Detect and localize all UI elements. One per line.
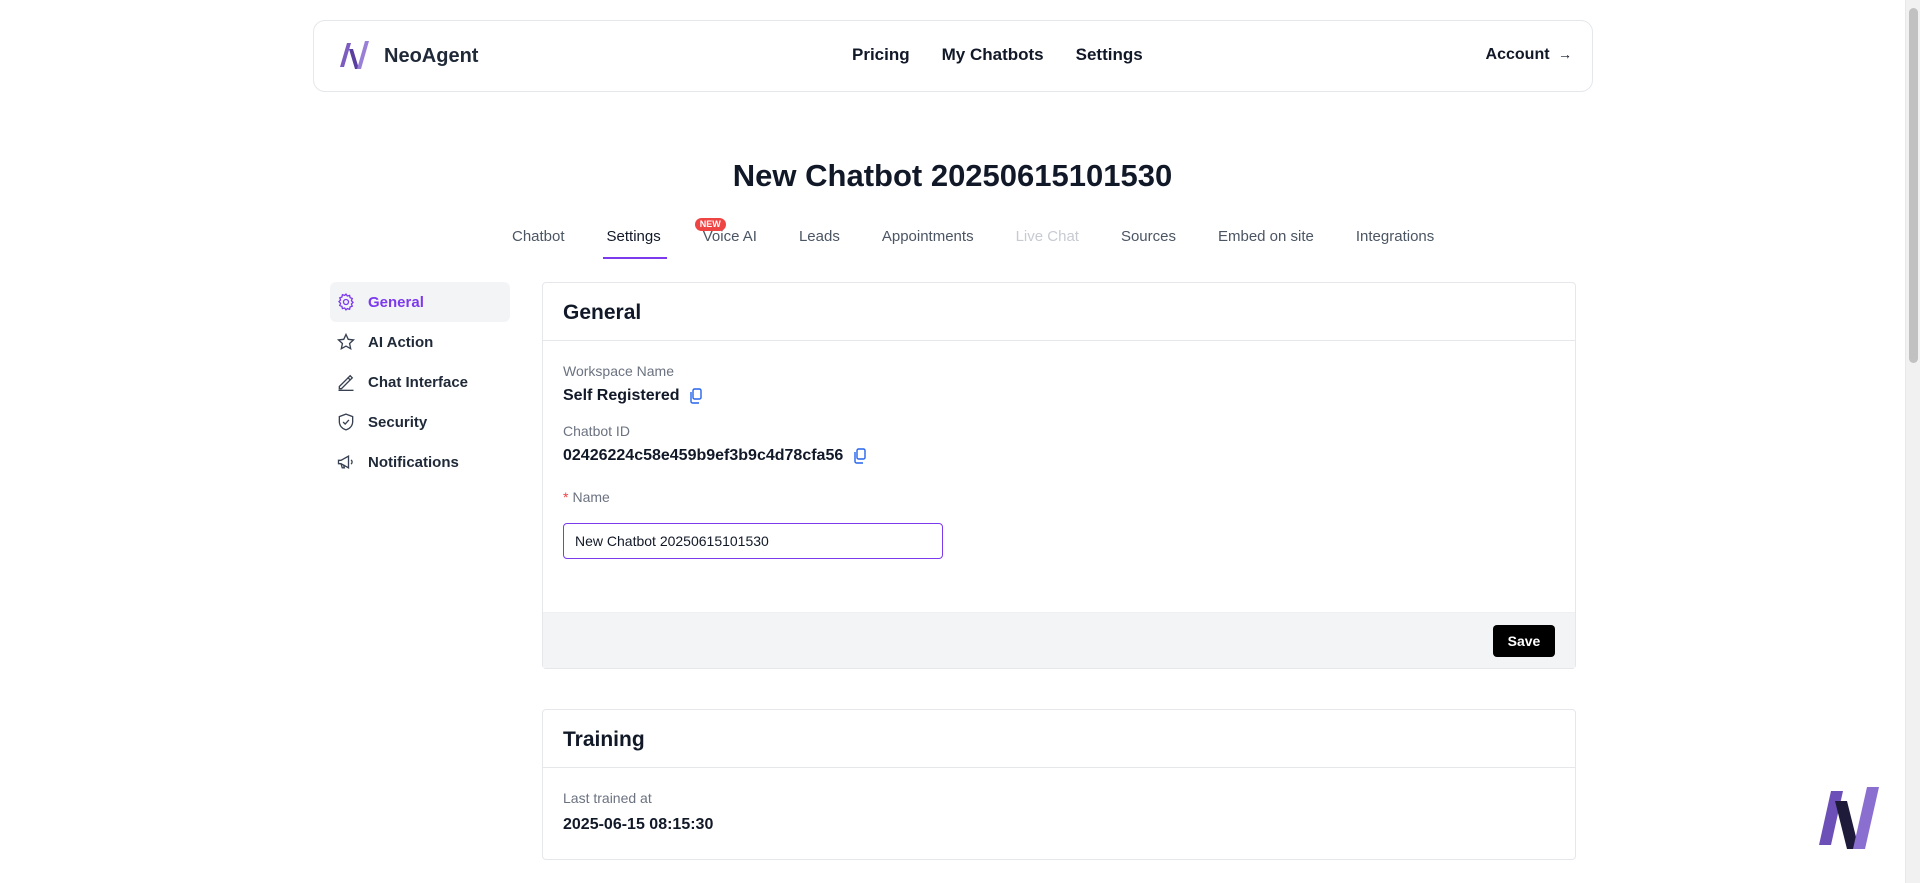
sidebar-item-general[interactable]: General — [330, 282, 510, 322]
general-title: General — [563, 301, 642, 324]
page-scrollbar[interactable] — [1905, 0, 1920, 883]
brand-name: NeoAgent — [384, 44, 479, 67]
top-navbar: NeoAgent Pricing My Chatbots Settings Ac… — [313, 20, 1593, 92]
chat-widget-button[interactable] — [1817, 783, 1883, 853]
neoagent-logo-icon — [340, 41, 369, 69]
sidebar-item-chat-interface[interactable]: Chat Interface — [330, 362, 510, 402]
copy-icon[interactable] — [689, 388, 703, 404]
pencil-icon — [338, 374, 354, 391]
name-label: * Name — [563, 489, 1555, 505]
nav-link-pricing[interactable]: Pricing — [852, 45, 910, 65]
settings-sidebar: General AI Action Chat Interface Securit… — [330, 282, 510, 482]
page-title: New Chatbot 20250615101530 — [732, 158, 1173, 193]
tab-appointments[interactable]: Appointments — [880, 228, 976, 252]
last-trained-value: 2025-06-15 08:15:30 — [563, 816, 714, 833]
chatbot-id-label: Chatbot ID — [563, 423, 630, 439]
chatbot-id-row: 02426224c58e459b9ef3b9c4d78cfa56 — [563, 447, 1555, 465]
tab-sources[interactable]: Sources — [1119, 228, 1178, 252]
sidebar-item-label: General — [368, 293, 424, 311]
tab-integrations[interactable]: Integrations — [1354, 228, 1436, 252]
workspace-name-label: Workspace Name — [563, 363, 675, 379]
sidebar-item-label: AI Action — [368, 333, 434, 351]
sidebar-item-ai-action[interactable]: AI Action — [330, 322, 510, 362]
training-title: Training — [563, 728, 645, 751]
nav-link-my-chatbots[interactable]: My Chatbots — [942, 45, 1044, 65]
training-card: Training Last trained at 2025-06-15 08:1… — [542, 709, 1576, 860]
general-card: General Workspace Name Self Registered C… — [542, 282, 1576, 669]
neoagent-widget-logo-icon — [1819, 787, 1879, 849]
general-card-header: General — [543, 283, 1575, 341]
sidebar-item-label: Notifications — [368, 453, 459, 471]
tab-voice-ai[interactable]: NEW Voice AI — [694, 218, 759, 252]
star-icon — [336, 332, 356, 350]
copy-icon[interactable] — [853, 448, 867, 464]
sidebar-item-notifications[interactable]: Notifications — [330, 442, 510, 482]
training-card-body: Last trained at 2025-06-15 08:15:30 — [543, 768, 1575, 856]
nav-link-settings[interactable]: Settings — [1076, 45, 1143, 65]
megaphone-icon — [337, 455, 353, 469]
account-link[interactable]: Account → — [1486, 46, 1572, 64]
workspace-name-row: Self Registered — [563, 387, 1555, 405]
account-label: Account — [1485, 46, 1550, 63]
name-label-text: Name — [572, 489, 610, 505]
sidebar-item-security[interactable]: Security — [330, 402, 510, 442]
chatbot-name-input[interactable] — [563, 523, 943, 559]
save-button[interactable]: Save — [1493, 624, 1555, 657]
tab-chatbot[interactable]: Chatbot — [510, 228, 567, 252]
tab-embed-on-site[interactable]: Embed on site — [1216, 228, 1316, 252]
arrow-right-icon: → — [1558, 46, 1572, 62]
required-mark: * — [563, 489, 569, 505]
sidebar-item-label: Security — [368, 413, 428, 431]
tab-leads[interactable]: Leads — [797, 228, 842, 252]
tab-settings[interactable]: Settings — [602, 228, 667, 259]
workspace-name-value: Self Registered — [563, 387, 680, 404]
gear-icon — [338, 293, 354, 311]
new-badge: NEW — [694, 218, 726, 231]
general-card-footer: Save — [543, 612, 1575, 668]
sidebar-item-label: Chat Interface — [368, 373, 469, 391]
brand[interactable]: NeoAgent — [337, 37, 478, 75]
training-card-header: Training — [543, 710, 1575, 768]
shield-check-icon — [338, 413, 354, 431]
last-trained-label: Last trained at — [563, 790, 652, 806]
general-card-body: Workspace Name Self Registered Chatbot I… — [543, 341, 1575, 612]
tab-live-chat: Live Chat — [1015, 228, 1079, 245]
scrollbar-thumb[interactable] — [1909, 8, 1918, 363]
chatbot-id-value: 02426224c58e459b9ef3b9c4d78cfa56 — [563, 447, 844, 464]
main-nav: Pricing My Chatbots Settings — [852, 45, 1143, 65]
chatbot-tabs: Chatbot Settings NEW Voice AI Leads Appo… — [510, 218, 1436, 259]
